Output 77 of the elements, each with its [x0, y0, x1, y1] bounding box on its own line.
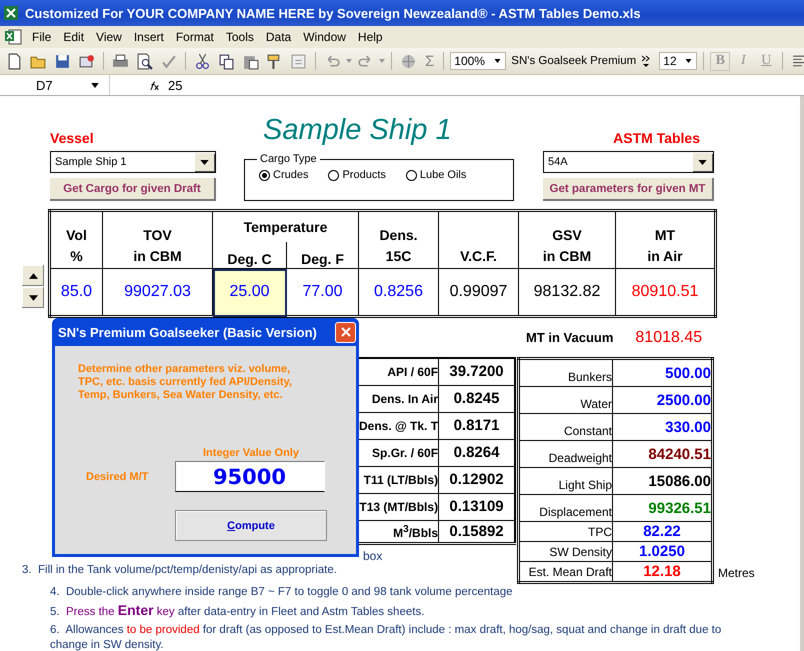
- dialog-title: SN's Premium Goalseeker (Basic Version): [58, 324, 317, 340]
- menu-item[interactable]: Format: [172, 30, 222, 44]
- loading-label: Deadweight: [518, 440, 612, 468]
- get-parameters-button[interactable]: Get parameters for given MT: [543, 178, 714, 201]
- loading-label: SW Density: [518, 542, 612, 562]
- align-left-icon[interactable]: [791, 52, 804, 70]
- globe-icon[interactable]: [400, 52, 417, 70]
- vessel-label: Vessel: [50, 130, 94, 146]
- cut-icon[interactable]: [194, 52, 211, 70]
- column-header: GSV in CBM: [518, 210, 616, 268]
- copy-icon[interactable]: [218, 52, 235, 70]
- spin-down-button[interactable]: [22, 287, 44, 308]
- new-document-icon[interactable]: [6, 52, 23, 70]
- caret-icon: [685, 59, 692, 63]
- formula-field[interactable]: 25: [168, 78, 182, 92]
- menu-item[interactable]: Tools: [222, 30, 262, 44]
- column-header: Vol %: [50, 210, 102, 268]
- loading-label: Displacement: [518, 494, 612, 522]
- desired-mt-field[interactable]: 95000: [175, 461, 325, 492]
- compute-button[interactable]: Compute: [175, 510, 327, 541]
- radio-option[interactable]: Products: [328, 169, 386, 181]
- zoom-dropdown[interactable]: 100%: [450, 52, 506, 70]
- caret-icon: [91, 82, 99, 88]
- name-box[interactable]: D7: [0, 75, 110, 95]
- loading-label: Bunkers: [518, 358, 612, 386]
- mt-in-vacuum-label: MT in Vacuum: [526, 330, 614, 345]
- window-title: Customized For YOUR COMPANY NAME HERE by Sovereign Newzealand® - ASTM Tables Demo.xls: [25, 6, 641, 20]
- mt-in-vacuum-value: 81018.45: [635, 328, 702, 346]
- menu-item[interactable]: Help: [354, 30, 391, 44]
- spreadsheet-document-icon[interactable]: [4, 28, 22, 46]
- caret-icon: [698, 160, 707, 164]
- instruction-text: 4. Double-click anywhere inside range B7 ~ F7 to toggle 0 and 98 tank volume percentage: [50, 585, 514, 600]
- loading-label: Water: [518, 386, 612, 414]
- spreadsheet-app-icon: [3, 5, 19, 21]
- column-header: Dens. 15C: [358, 210, 438, 268]
- menu-item[interactable]: Window: [299, 30, 354, 44]
- cargo-type-legend: Cargo Type: [257, 153, 320, 165]
- down-triangle-icon: [28, 294, 38, 300]
- up-triangle-icon: [28, 272, 38, 278]
- get-cargo-button[interactable]: Get Cargo for given Draft: [50, 178, 216, 201]
- menu-item[interactable]: View: [92, 30, 130, 44]
- astm-tables-label: ASTM Tables: [613, 130, 700, 146]
- menu-item[interactable]: Insert: [130, 30, 172, 44]
- dialog-message: Determine other parameters viz. volume, TPC, etc. basis currently fed API/Density, Temp, Bunkers, Sea Water Density, etc.: [78, 363, 293, 402]
- chevron-icon[interactable]: [642, 55, 650, 67]
- close-button[interactable]: [335, 322, 356, 342]
- instruction-text: box: [363, 549, 384, 563]
- font-size-dropdown[interactable]: 12: [659, 52, 698, 70]
- radio-option[interactable]: Lube Oils: [406, 169, 466, 181]
- spin-up-button[interactable]: [22, 265, 44, 286]
- vessel-dropdown[interactable]: Sample Ship 1: [50, 151, 216, 173]
- close-icon: [340, 327, 350, 337]
- loading-label: Constant: [518, 414, 612, 440]
- sheet-title: Sample Ship 1: [263, 114, 453, 147]
- hint-label: Integer Value Only: [202, 447, 300, 459]
- caret-icon: [200, 160, 209, 164]
- loading-label: TPC: [518, 522, 612, 542]
- instruction-text: 6. Allowances to be provided for draft (as opposed to Est.Mean Draft) include : max draft, hog/sag, squat and change in draft due to change in SW density.: [50, 623, 722, 651]
- function-icon[interactable]: [148, 80, 160, 90]
- column-header: V.C.F.: [438, 210, 518, 268]
- font-name-field[interactable]: SN's Goalseek Premium: [509, 55, 640, 67]
- caret-icon: [494, 59, 502, 63]
- field-label: Desired M/T: [85, 470, 150, 482]
- menu-item[interactable]: File: [28, 30, 60, 44]
- save-icon[interactable]: [54, 52, 71, 70]
- print-preview-icon[interactable]: [136, 52, 153, 70]
- unit-label: Metres: [718, 566, 755, 580]
- menu-item[interactable]: Edit: [59, 30, 92, 44]
- table-cell[interactable]: 25.00: [212, 268, 286, 316]
- loading-label: Light Ship: [518, 468, 612, 494]
- menu-item[interactable]: Data: [262, 30, 300, 44]
- astm-table-dropdown[interactable]: 54A: [543, 151, 714, 173]
- column-header: TOV in CBM: [102, 210, 212, 268]
- radio-option[interactable]: Crudes: [259, 169, 308, 181]
- instruction-text: 5. Press the Enter key after data-entry in Fleet and Astm Tables sheets.: [50, 603, 426, 620]
- print-icon[interactable]: [112, 52, 129, 70]
- instruction-text: 3. Fill in the Tank volume/pct/temp/denisty/api as appropriate.: [22, 563, 337, 578]
